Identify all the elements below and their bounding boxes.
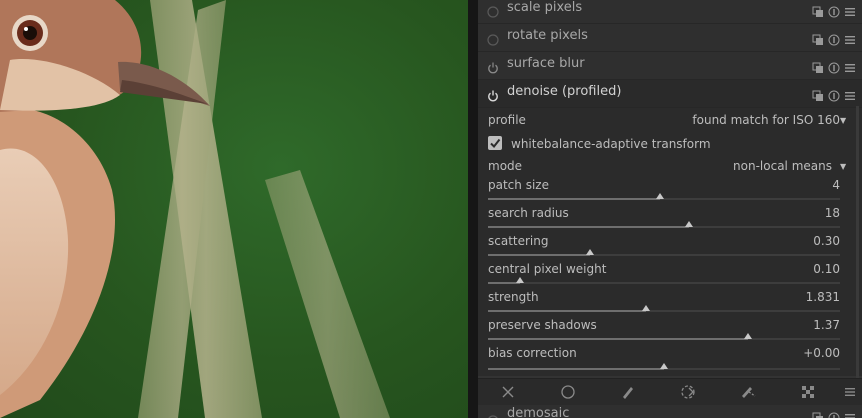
module-header-rotate-pixels[interactable]: rotate pixels (478, 24, 862, 52)
reset-icon[interactable] (828, 87, 840, 102)
close-icon[interactable] (500, 384, 516, 400)
profile-value: found match for ISO 160 (692, 113, 840, 127)
slider-track[interactable] (488, 193, 840, 200)
multi-instance-icon[interactable] (812, 87, 824, 101)
module-off-icon[interactable] (487, 31, 499, 46)
slider-fill (488, 254, 590, 256)
profile-label: profile (488, 113, 526, 127)
slider-handle[interactable] (656, 193, 664, 199)
module-panel: scale pixels rotate pixels surface blur (478, 0, 862, 418)
reset-icon[interactable] (828, 59, 840, 74)
multi-instance-icon[interactable] (812, 59, 824, 73)
dropdown-arrow-icon[interactable]: ▼ (840, 116, 846, 125)
slider-value: 1.37 (813, 318, 840, 332)
slider-fill (488, 226, 689, 228)
presets-icon[interactable] (844, 31, 856, 44)
slider-track[interactable] (488, 363, 840, 370)
module-name: rotate pixels (507, 28, 588, 43)
module-header-surface-blur[interactable]: surface blur (478, 52, 862, 80)
image-preview[interactable] (0, 0, 468, 418)
slider-label: preserve shadows (488, 318, 597, 332)
multi-instance-icon[interactable] (812, 3, 824, 17)
module-header-demosaic[interactable]: demosaic (478, 405, 862, 418)
bird-photo (0, 0, 390, 418)
slider-label: strength (488, 290, 539, 304)
presets-icon[interactable] (844, 87, 856, 100)
wb-transform-label: whitebalance-adaptive transform (511, 137, 711, 151)
slider-handle[interactable] (516, 277, 524, 283)
slider-label: bias correction (488, 346, 577, 360)
multi-instance-icon[interactable] (812, 409, 824, 418)
slider-track[interactable] (488, 333, 840, 340)
reset-icon[interactable] (828, 31, 840, 46)
slider-track[interactable] (488, 221, 840, 228)
slider-value: 1.831 (805, 290, 840, 304)
slider-handle[interactable] (744, 333, 752, 339)
slider-fill (488, 368, 664, 370)
slider-value: 0.10 (813, 262, 840, 276)
presets-icon[interactable] (844, 409, 856, 418)
power-icon[interactable] (487, 87, 499, 102)
slider-handle[interactable] (685, 221, 693, 227)
wb-transform-checkbox[interactable] (488, 136, 502, 150)
presets-icon[interactable] (844, 59, 856, 72)
slider-fill (488, 310, 646, 312)
reset-icon[interactable] (828, 409, 840, 418)
slider-fill (488, 198, 660, 200)
module-off-icon[interactable] (487, 412, 499, 418)
module-off-icon[interactable] (487, 3, 499, 18)
module-header-scale-pixels[interactable]: scale pixels (478, 0, 862, 24)
slider-value: 4 (832, 178, 840, 192)
module-header-denoise-profiled[interactable]: denoise (profiled) (478, 80, 862, 108)
slider-value: +0.00 (803, 346, 840, 360)
slider-handle[interactable] (642, 305, 650, 311)
power-icon[interactable] (487, 59, 499, 74)
multi-instance-icon[interactable] (812, 31, 824, 45)
slider-value: 0.30 (813, 234, 840, 248)
circle-mask-icon[interactable] (560, 384, 576, 400)
raster-mask-icon[interactable] (800, 384, 816, 400)
panel-divider[interactable] (468, 0, 478, 418)
presets-icon[interactable] (844, 3, 856, 16)
drawn-mask-icon[interactable] (620, 384, 636, 400)
module-name: surface blur (507, 56, 585, 71)
slider-label: central pixel weight (488, 262, 607, 276)
dropdown-arrow-icon[interactable]: ▼ (840, 162, 846, 171)
slider-value: 18 (824, 206, 840, 220)
parametric-mask-icon[interactable] (680, 384, 696, 400)
checkmark-icon (490, 138, 501, 149)
slider-label: search radius (488, 206, 569, 220)
slider-handle[interactable] (586, 249, 594, 255)
slider-handle[interactable] (660, 363, 668, 369)
menu-icon[interactable] (842, 384, 858, 400)
mode-value: non-local means (733, 159, 832, 173)
reset-icon[interactable] (828, 3, 840, 18)
drawn-parametric-mask-icon[interactable] (740, 384, 756, 400)
slider-label: scattering (488, 234, 549, 248)
module-name: demosaic (507, 406, 570, 418)
module-name: denoise (profiled) (507, 84, 622, 99)
scrollbar[interactable] (856, 106, 859, 378)
blend-mode-toolbar (478, 378, 862, 405)
slider-track[interactable] (488, 305, 840, 312)
slider-fill (488, 338, 748, 340)
mode-label: mode (488, 159, 523, 173)
slider-label: patch size (488, 178, 549, 192)
slider-track[interactable] (488, 277, 840, 284)
module-name: scale pixels (507, 0, 583, 15)
slider-track[interactable] (488, 249, 840, 256)
